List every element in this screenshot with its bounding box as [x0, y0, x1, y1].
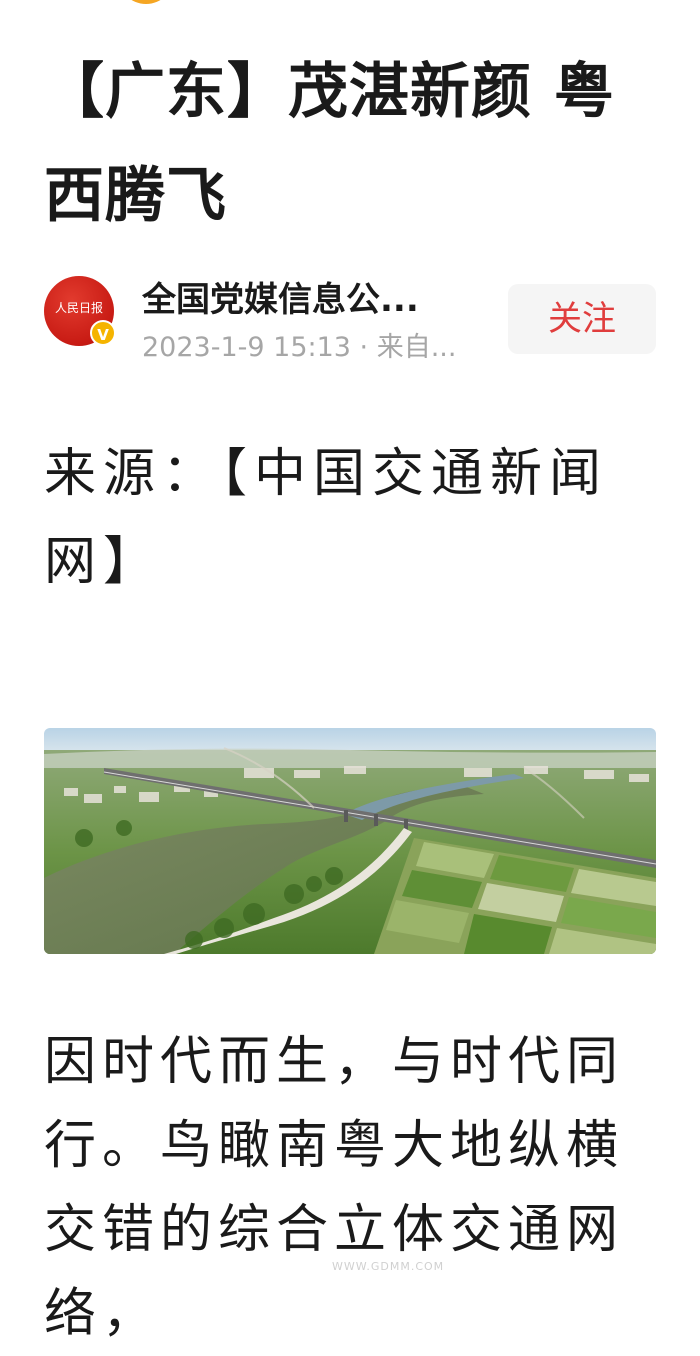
article-photo[interactable]	[44, 728, 656, 954]
top-avatar-peek	[118, 0, 174, 4]
avatar-logo-text: 人民日报	[54, 301, 103, 315]
verified-v-icon: V	[90, 320, 116, 346]
follow-button[interactable]: 关注	[508, 284, 656, 354]
watermark: WWW.GDMM.COM	[250, 1230, 470, 1280]
author-meta: 2023-1-9 15:13 · 来自...	[142, 332, 457, 363]
author-avatar[interactable]: 人民日报 V	[44, 276, 116, 346]
source-line: 来源：【中国交通新闻网】	[44, 444, 609, 592]
article-body-text: 因时代而生，与时代同行。鸟瞰南粤大地纵横交错的综合立体交通网络，	[44, 1032, 625, 1344]
aerial-landscape-image	[44, 728, 656, 954]
author-row: 人民日报 V 全国党媒信息公... 2023-1-9 15:13 · 来自...…	[44, 276, 656, 376]
article-title: 【广东】茂湛新颜 粤西腾飞	[44, 57, 615, 231]
watermark-url: WWW.GDMM.COM	[332, 1260, 445, 1273]
author-name[interactable]: 全国党媒信息公...	[142, 278, 462, 322]
